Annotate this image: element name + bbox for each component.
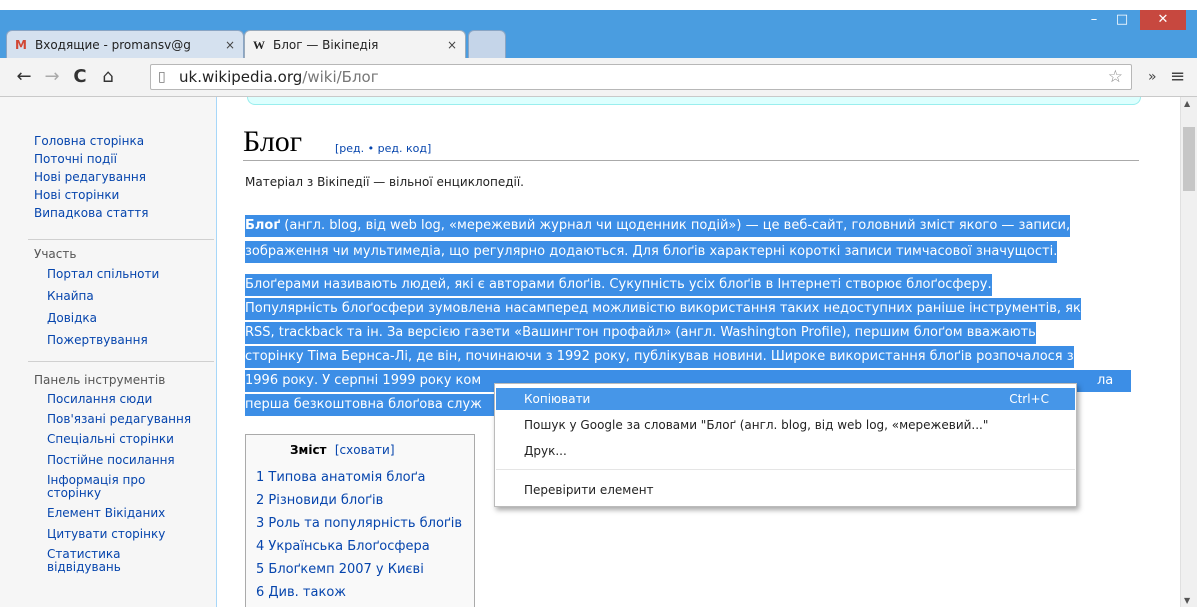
sidebar-link[interactable]: Інформація про сторінку <box>47 474 197 500</box>
tools-heading: Панель інструментів <box>34 373 166 387</box>
toc-item[interactable]: 1 Типова анатомія блоґа <box>256 470 425 485</box>
gmail-icon: M <box>15 38 27 52</box>
menu-item-copy[interactable]: Копіювати Ctrl+C <box>496 388 1075 410</box>
text-run: ла <box>1097 373 1114 388</box>
table-of-contents: Зміст [сховати] 1 Типова анатомія блоґа … <box>245 434 475 607</box>
article-area: Блог [ред. • ред. код] Матеріал з Вікіпе… <box>216 97 1181 607</box>
menu-separator <box>496 469 1075 470</box>
main-nav: Головна сторінка Поточні події Нові реда… <box>34 134 214 221</box>
selected-text-line[interactable]: Популярність блоґосфери зумовлена насамп… <box>245 298 1081 320</box>
tab-wikipedia[interactable]: W Блог — Вікіпедія × <box>244 30 466 58</box>
address-bar[interactable]: ▯ uk.wikipedia.org/wiki/Блог ☆ <box>150 64 1132 90</box>
home-button[interactable]: ⌂ <box>96 65 120 89</box>
context-menu: Копіювати Ctrl+C Пошук у Google за слова… <box>494 383 1077 507</box>
tab-title: Блог — Вікіпедія <box>273 38 379 52</box>
toc-title-text: Зміст <box>290 443 327 457</box>
bookmark-star-icon[interactable]: ☆ <box>1108 65 1123 89</box>
close-tab-icon[interactable]: × <box>447 31 457 58</box>
sidebar-link[interactable]: Нові редагування <box>34 170 214 185</box>
close-window-button[interactable]: ✕ <box>1140 10 1186 30</box>
site-notice <box>247 97 1141 105</box>
menu-item-print[interactable]: Друк... <box>496 440 1075 462</box>
selected-text-line[interactable]: Блоґ (англ. blog, від web log, «мережеви… <box>245 215 1071 237</box>
sidebar-link[interactable]: Поточні події <box>34 152 214 167</box>
url-path: /wiki/Блог <box>302 68 379 86</box>
background-document-strip <box>0 0 1197 10</box>
sidebar-divider <box>28 239 214 240</box>
sidebar-link[interactable]: Елемент Вікіданих <box>47 506 197 521</box>
selected-text-line[interactable]: Блоґерами називають людей, які є авторам… <box>245 274 992 296</box>
toc-item[interactable]: 2 Різновиди блоґів <box>256 493 383 508</box>
forward-button[interactable]: → <box>40 65 64 89</box>
tools-nav: Посилання сюди Пов'язані редагування Спе… <box>47 392 197 574</box>
sidebar-link[interactable]: Пов'язані редагування <box>47 413 197 426</box>
bold-term: Блоґ <box>245 218 281 233</box>
participation-heading: Участь <box>34 247 77 261</box>
sidebar-link[interactable]: Випадкова стаття <box>34 206 214 221</box>
title-divider <box>243 160 1139 161</box>
new-tab-button[interactable] <box>468 30 506 58</box>
page-icon: ▯ <box>158 69 166 85</box>
scroll-down-icon[interactable]: ▼ <box>1184 596 1190 605</box>
extensions-overflow-button[interactable]: » <box>1148 65 1157 89</box>
scroll-up-icon[interactable]: ▲ <box>1184 99 1190 108</box>
sidebar-link[interactable]: Довідка <box>47 311 214 326</box>
sidebar-link[interactable]: Головна сторінка <box>34 134 214 149</box>
page-viewport: Головна сторінка Поточні події Нові реда… <box>0 97 1181 607</box>
menu-item-label: Копіювати <box>524 392 591 406</box>
sidebar-link[interactable]: Пожертвування <box>47 333 214 348</box>
reload-button[interactable]: C <box>68 65 92 89</box>
sidebar-link[interactable]: Портал спільноти <box>47 267 214 282</box>
vertical-scrollbar[interactable]: ▲ ▼ <box>1180 97 1197 607</box>
participation-nav: Портал спільноти Кнайпа Довідка Пожертву… <box>47 267 214 348</box>
sidebar-link[interactable]: Спеціальні сторінки <box>47 432 197 447</box>
toc-toggle[interactable]: [сховати] <box>335 443 395 457</box>
tab-title: Входящие - promansv@g <box>35 38 191 52</box>
sidebar-link[interactable]: Кнайпа <box>47 289 214 304</box>
maximize-button[interactable]: □ <box>1108 10 1136 30</box>
sidebar-divider <box>28 361 214 362</box>
page-title: Блог <box>243 125 303 158</box>
selected-text-line[interactable]: перша безкоштовна блоґова служ <box>245 394 495 416</box>
toc-item[interactable]: 3 Роль та популярність блоґів <box>256 516 462 531</box>
sidebar-link[interactable]: Постійне посилання <box>47 453 197 468</box>
selected-text-line[interactable]: RSS, trackback та ін. За версією газети … <box>245 322 1036 344</box>
browser-toolbar: ← → C ⌂ ▯ uk.wikipedia.org/wiki/Блог ☆ »… <box>0 58 1197 97</box>
minimize-button[interactable]: – <box>1080 10 1108 30</box>
toc-title: Зміст [сховати] <box>290 443 395 457</box>
toc-item[interactable]: 4 Українська Блоґосфера <box>256 539 430 554</box>
menu-item-search-google[interactable]: Пошук у Google за словами "Блоґ (англ. b… <box>496 414 1075 436</box>
wiki-sidebar: Головна сторінка Поточні події Нові реда… <box>0 97 216 607</box>
tab-inbox[interactable]: M Входящие - promansv@g × <box>6 30 244 58</box>
wikipedia-icon: W <box>253 38 265 52</box>
menu-item-inspect[interactable]: Перевірити елемент <box>496 479 1075 501</box>
sidebar-link[interactable]: Посилання сюди <box>47 392 197 407</box>
sidebar-link[interactable]: Нові сторінки <box>34 188 214 203</box>
toc-item[interactable]: 5 Блоґкемп 2007 у Києві <box>256 562 424 577</box>
menu-item-shortcut: Ctrl+C <box>1009 392 1049 406</box>
sidebar-link[interactable]: Цитувати сторінку <box>47 527 197 542</box>
scrollbar-thumb[interactable] <box>1183 127 1195 191</box>
sidebar-link[interactable]: Статистика відвідувань <box>47 548 197 574</box>
url-host: uk.wikipedia.org <box>179 68 303 86</box>
edit-links[interactable]: [ред. • ред. код] <box>335 142 431 155</box>
chrome-menu-button[interactable]: ≡ <box>1170 65 1185 89</box>
toc-item[interactable]: 6 Див. також <box>256 585 346 600</box>
text-run: (англ. blog, від web log, «мережевий жур… <box>280 218 1071 233</box>
selected-text-line[interactable]: зображення чи мультимедіа, що регулярно … <box>245 241 1058 263</box>
text-run: 1996 року. У серпні 1999 року ком <box>245 373 482 388</box>
page-subtitle: Матеріал з Вікіпедії — вільної енциклопе… <box>245 175 524 189</box>
selected-text-line[interactable]: сторінку Тіма Бернса-Лі, де він, починаю… <box>245 346 1074 368</box>
back-button[interactable]: ← <box>12 65 36 89</box>
close-tab-icon[interactable]: × <box>225 31 235 58</box>
